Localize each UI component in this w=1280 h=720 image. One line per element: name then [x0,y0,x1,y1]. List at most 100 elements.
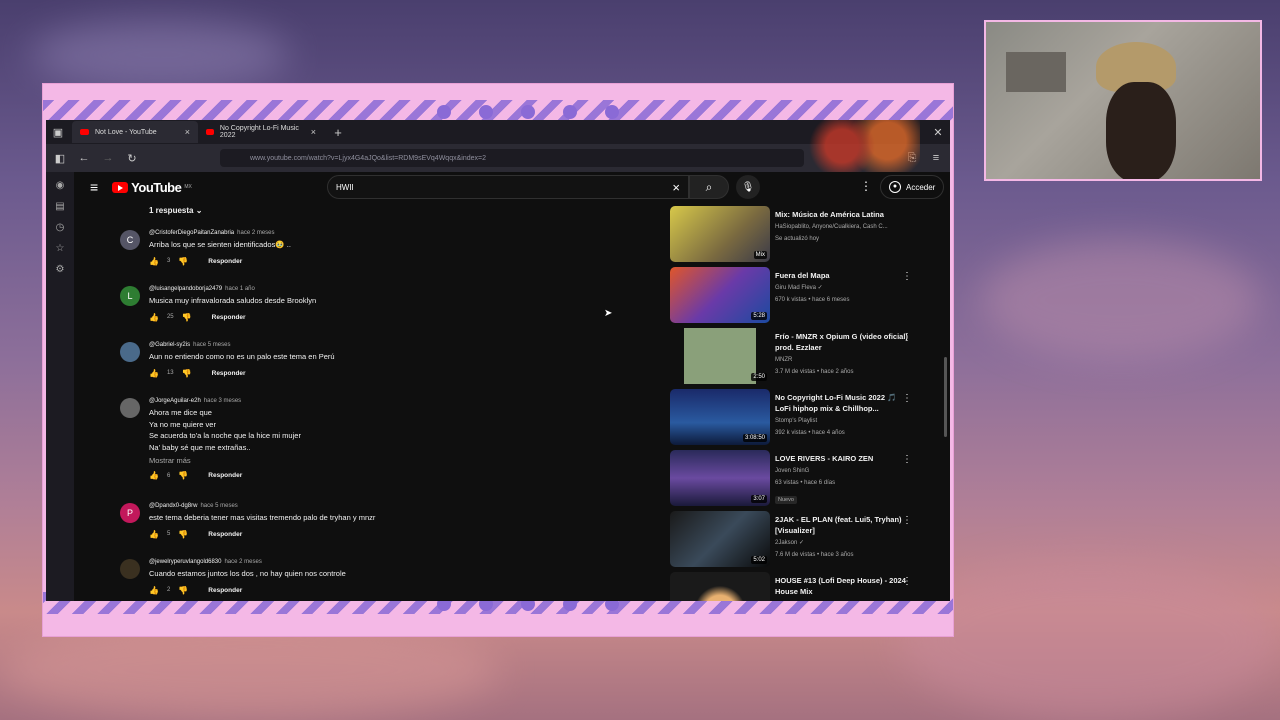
comment-author[interactable]: @Dpandx0-dg8rw [149,503,197,509]
more-options-icon[interactable]: ⋮ [902,515,912,526]
dislike-icon[interactable]: 👎 [182,369,192,378]
sidebar-bookmarks-icon[interactable]: ▤ [55,201,64,212]
video-stats: 7.6 M de vistas • hace 3 años [775,552,854,558]
recommendation-item[interactable]: HOUSE #13 (Lofi Deep House) - 2024 House… [670,572,940,601]
like-icon[interactable]: 👍 [149,530,159,539]
comment-time[interactable]: hace 2 meses [224,559,261,565]
scrollbar[interactable] [944,202,948,601]
avatar[interactable] [120,398,140,418]
tab-lofi-music[interactable]: No Copyright Lo-Fi Music 2022 × [198,121,324,143]
avatar[interactable] [120,342,140,362]
recommendation-item[interactable]: 3:07 LOVE RIVERS - KAIRO ZEN Joven ShinG… [670,450,940,508]
menu-icon[interactable]: ≡ [930,152,942,164]
search-button[interactable]: ⌕ [689,175,729,199]
sidebar-app-icon[interactable]: ◉ [56,180,65,191]
more-options-icon[interactable]: ⋮ [860,179,872,193]
dislike-icon[interactable]: 👎 [178,586,188,595]
reply-button[interactable]: Responder [208,472,242,479]
comment-time[interactable]: hace 5 meses [193,342,230,348]
video-channel: MNZR [775,357,793,363]
dislike-icon[interactable]: 👎 [178,257,188,266]
comment-time[interactable]: hace 1 año [225,286,255,292]
tab-label: Not Love - YouTube [95,128,157,136]
tab-not-love[interactable]: Not Love - YouTube × [72,121,198,143]
like-icon[interactable]: 👍 [149,471,159,480]
comment-author[interactable]: @jewelryperuvlangold6830 [149,559,221,565]
reply-button[interactable]: Responder [212,314,246,321]
video-title[interactable]: Frío - MNZR x Opium G (video oficial) pr… [775,331,910,353]
video-thumbnail[interactable]: 5:02 [670,511,770,567]
recommendation-item[interactable]: Mix Mix: Música de América Latina HaSiop… [670,206,940,264]
like-icon[interactable]: 👍 [149,586,159,595]
clear-search-icon[interactable]: × [672,180,680,195]
comment-time[interactable]: hace 2 meses [237,230,274,236]
video-title[interactable]: No Copyright Lo-Fi Music 2022 🎵 LoFi hip… [775,392,910,414]
url-field[interactable]: www.youtube.com/watch?v=Ljyx4G4aJQo&list… [220,149,804,167]
video-title[interactable]: LOVE RIVERS - KAIRO ZEN [775,453,910,464]
close-window-icon[interactable]: ✕ [932,126,944,139]
comment-author[interactable]: @luisangelpandoborja2479 [149,286,222,292]
show-more-link[interactable]: Mostrar más [149,456,301,465]
video-thumbnail[interactable]: 3:07 [670,450,770,506]
video-channel: Joven ShinG [775,468,810,474]
scrollbar-thumb[interactable] [944,357,947,437]
video-thumbnail[interactable]: 5:28 [670,267,770,323]
like-icon[interactable]: 👍 [149,369,159,378]
video-thumbnail[interactable]: 2:50 [670,328,770,384]
recommendation-item[interactable]: 5:02 2JAK - EL PLAN (feat. Lui5, Tryhan)… [670,511,940,569]
comment-author[interactable]: @JorgeAguilar-e2h [149,398,201,404]
avatar[interactable]: L [120,286,140,306]
reply-button[interactable]: Responder [212,370,246,377]
dislike-icon[interactable]: 👎 [178,471,188,480]
reload-icon[interactable]: ↻ [126,152,138,165]
video-thumbnail[interactable]: 3:08:50 [670,389,770,445]
search-input[interactable]: HWII [336,183,354,192]
more-options-icon[interactable]: ⋮ [902,576,912,587]
comment-author[interactable]: @CristoferDiegoPaitanZanabria [149,230,234,236]
more-options-icon[interactable]: ⋮ [902,332,912,343]
comment-time[interactable]: hace 5 meses [200,503,237,509]
more-options-icon[interactable]: ⋮ [902,271,912,282]
avatar[interactable]: C [120,230,140,250]
recommendation-item[interactable]: 3:08:50 No Copyright Lo-Fi Music 2022 🎵 … [670,389,940,447]
video-title[interactable]: 2JAK - EL PLAN (feat. Lui5, Tryhan) [Vis… [775,514,910,536]
tab-overview-icon[interactable]: ▣ [52,126,64,139]
sidebar-settings-icon[interactable]: ⚙ [56,264,65,275]
replies-toggle[interactable]: 1 respuesta ⌄ [149,206,202,215]
reply-button[interactable]: Responder [208,258,242,265]
video-title[interactable]: Mix: Música de América Latina [775,209,910,220]
like-icon[interactable]: 👍 [149,313,159,322]
recommendation-item[interactable]: 5:28 Fuera del Mapa Giru Mad Fleva ✓ 670… [670,267,940,325]
like-icon[interactable]: 👍 [149,257,159,266]
new-tab-icon[interactable]: + [332,125,344,140]
microphone-icon[interactable]: 🎙 [736,175,760,199]
close-tab-icon[interactable]: × [185,127,190,137]
hamburger-menu-icon[interactable]: ≡ [90,179,98,195]
comment-text: Aun no entiendo como no es un palo este … [149,352,335,361]
more-options-icon[interactable]: ⋮ [902,454,912,465]
comments-section: 1 respuesta ⌄ C @CristoferDiegoPaitanZan… [116,202,656,601]
forward-icon[interactable]: → [102,152,114,164]
dislike-icon[interactable]: 👎 [182,313,192,322]
search-box[interactable]: HWII × [327,175,689,199]
reply-button[interactable]: Responder [208,587,242,594]
back-icon[interactable]: ← [78,152,90,164]
close-tab-icon[interactable]: × [311,127,316,137]
video-title[interactable]: Fuera del Mapa [775,270,910,281]
video-title[interactable]: HOUSE #13 (Lofi Deep House) - 2024 House… [775,575,910,597]
more-options-icon[interactable]: ⋮ [902,393,912,404]
comment-author[interactable]: @Gabriel-sy2is [149,342,190,348]
avatar[interactable]: P [120,503,140,523]
reply-button[interactable]: Responder [208,531,242,538]
video-thumbnail[interactable]: Mix [670,206,770,262]
sidebar-star-icon[interactable]: ☆ [56,243,65,254]
sidebar-history-icon[interactable]: ◷ [56,222,65,233]
sidebar-toggle-icon[interactable]: ◧ [54,152,66,165]
dislike-icon[interactable]: 👎 [178,530,188,539]
recommendation-item[interactable]: 2:50 Frío - MNZR x Opium G (video oficia… [670,328,940,386]
avatar[interactable] [120,559,140,579]
youtube-logo[interactable]: YouTube MX [112,180,192,195]
video-thumbnail[interactable] [670,572,770,601]
sign-in-button[interactable]: ● Acceder [880,175,945,199]
comment-time[interactable]: hace 3 meses [204,398,241,404]
